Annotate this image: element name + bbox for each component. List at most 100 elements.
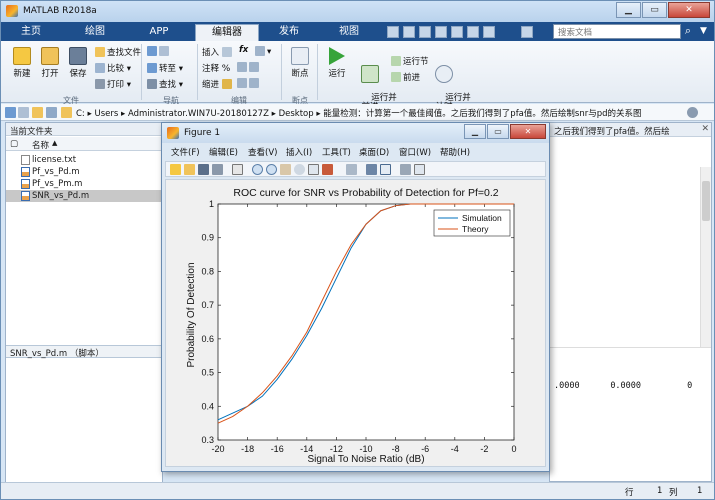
- help-icon[interactable]: [521, 26, 533, 38]
- show-plot-tools-icon[interactable]: [414, 164, 425, 175]
- advance-button[interactable]: 前进: [391, 71, 420, 83]
- menu-view[interactable]: 查看(V): [248, 146, 277, 158]
- pan-icon[interactable]: [280, 164, 291, 175]
- column-name-header[interactable]: 名称: [32, 139, 49, 151]
- close-button[interactable]: ✕: [668, 2, 710, 18]
- col-value: 1: [697, 486, 703, 496]
- find-files-button[interactable]: 查找文件: [95, 46, 141, 58]
- colorbar-icon[interactable]: [366, 164, 377, 175]
- link-plot-icon[interactable]: [346, 164, 357, 175]
- save-button[interactable]: 保存: [65, 47, 91, 79]
- back-icon[interactable]: [5, 107, 16, 118]
- open-button[interactable]: 打开: [37, 47, 63, 79]
- open-file-icon[interactable]: [184, 164, 195, 175]
- path-drive[interactable]: C:: [76, 109, 85, 119]
- menu-window[interactable]: 窗口(W): [399, 146, 431, 158]
- new-figure-icon[interactable]: [170, 164, 181, 175]
- editor-tab-title[interactable]: 之后我们得到了pfa值。然后绘: [550, 123, 711, 137]
- file-item-snr-vs-pd[interactable]: SNR_vs_Pd.m: [6, 190, 162, 202]
- run-button[interactable]: 运行: [323, 47, 351, 79]
- search-icon[interactable]: ⌕: [682, 24, 694, 39]
- tab-view[interactable]: 视图: [327, 24, 371, 41]
- menu-insert[interactable]: 插入(I): [286, 146, 312, 158]
- path-admin[interactable]: Administrator.WIN7U-20180127Z: [128, 109, 269, 119]
- cut-icon[interactable]: [403, 26, 415, 38]
- save-figure-icon[interactable]: [198, 164, 209, 175]
- figure-close-button[interactable]: ✕: [510, 124, 546, 139]
- insert-button[interactable]: 插入: [202, 46, 234, 58]
- menu-file[interactable]: 文件(F): [171, 146, 200, 158]
- new-button[interactable]: 新建: [9, 47, 35, 79]
- file-details-bar[interactable]: SNR_vs_Pd.m （脚本）: [6, 345, 162, 359]
- indent-button[interactable]: 缩进: [202, 78, 234, 90]
- file-item-license[interactable]: license.txt: [6, 154, 162, 166]
- breakpoints-button[interactable]: 断点: [287, 47, 313, 79]
- hide-plot-tools-icon[interactable]: [400, 164, 411, 175]
- paste-icon[interactable]: [435, 26, 447, 38]
- path-project-folder[interactable]: 能量检测：计算第一个最佳阈值。之后我们得到了pfa值。然后绘制snr与pd的关系…: [323, 109, 641, 119]
- open-label: 打开: [41, 69, 59, 79]
- redo-icon[interactable]: [467, 26, 479, 38]
- find-button[interactable]: 查找 ▾: [147, 78, 183, 90]
- brush-icon[interactable]: [322, 164, 333, 175]
- print-button[interactable]: 打印 ▾: [95, 78, 131, 90]
- print-figure-icon[interactable]: [212, 164, 223, 175]
- menu-desktop[interactable]: 桌面(D): [359, 146, 389, 158]
- new-label: 新建: [13, 69, 31, 79]
- figure-maximize-button[interactable]: ▭: [487, 124, 509, 139]
- tab-publish[interactable]: 发布: [267, 24, 311, 41]
- menu-edit[interactable]: 编辑(E): [209, 146, 238, 158]
- minimize-button[interactable]: ▁: [616, 2, 641, 18]
- tab-apps[interactable]: APP: [137, 24, 181, 41]
- figure-title-bar[interactable]: Figure 1 ▁ ▭ ✕: [162, 123, 549, 143]
- figure-minimize-button[interactable]: ▁: [464, 124, 486, 139]
- sort-indicator-icon[interactable]: ▢: [10, 139, 18, 149]
- back-forward-buttons[interactable]: [147, 46, 171, 57]
- tab-editor[interactable]: 编辑器: [195, 24, 259, 41]
- tab-home[interactable]: 主页: [9, 24, 53, 41]
- command-window[interactable]: [550, 347, 711, 365]
- forward-icon[interactable]: [18, 107, 29, 118]
- row-label: 行: [625, 488, 634, 498]
- tab-plots[interactable]: 绘图: [73, 24, 117, 41]
- scroll-thumb[interactable]: [702, 181, 710, 221]
- file-name: SNR_vs_Pd.m: [32, 191, 90, 201]
- zoom-out-icon[interactable]: [266, 164, 277, 175]
- ribbon-tab-bar: 主页 绘图 APP 编辑器 发布 视图 搜索文档 ⌕ ▼: [1, 22, 714, 41]
- legend-icon[interactable]: [380, 164, 391, 175]
- save-icon[interactable]: [387, 26, 399, 38]
- path-desktop[interactable]: Desktop: [279, 109, 314, 119]
- menu-help[interactable]: 帮助(H): [440, 146, 470, 158]
- editor-close-icon[interactable]: ✕: [701, 124, 709, 134]
- file-item-pf-vs-pm[interactable]: Pf_vs_Pm.m: [6, 178, 162, 190]
- edit-plot-icon[interactable]: [232, 164, 243, 175]
- compare-button[interactable]: 比较 ▾: [95, 62, 131, 74]
- rotate-3d-icon[interactable]: [294, 164, 305, 175]
- zoom-in-icon[interactable]: [252, 164, 263, 175]
- col-label: 列: [669, 488, 678, 498]
- ribbon-collapse-icon[interactable]: ▼: [700, 24, 710, 39]
- copy-icon[interactable]: [419, 26, 431, 38]
- search-documentation-input[interactable]: 搜索文档: [553, 24, 681, 39]
- sort-ascending-icon: ▲: [52, 139, 58, 147]
- path-users[interactable]: Users: [94, 109, 118, 119]
- undo-icon[interactable]: [451, 26, 463, 38]
- comment-tools-button[interactable]: [237, 62, 261, 73]
- menu-tools[interactable]: 工具(T): [322, 146, 351, 158]
- edit-tools-button[interactable]: ▾: [255, 46, 271, 57]
- run-section-button[interactable]: 运行节: [391, 55, 429, 67]
- address-search-icon[interactable]: [687, 107, 698, 118]
- maximize-button[interactable]: ▭: [642, 2, 667, 18]
- indent-tools-button[interactable]: [237, 78, 261, 89]
- browse-folder-icon[interactable]: [32, 107, 43, 118]
- file-item-pf-vs-pd[interactable]: Pf_vs_Pd.m: [6, 166, 162, 178]
- data-cursor-icon[interactable]: [308, 164, 319, 175]
- switch-windows-icon[interactable]: [483, 26, 495, 38]
- up-folder-icon[interactable]: [46, 107, 57, 118]
- comment-button[interactable]: 注释 %: [202, 62, 230, 74]
- file-list-header: ▢ 名称 ▲: [6, 137, 162, 151]
- goto-button[interactable]: 转至 ▾: [147, 62, 183, 74]
- path-breadcrumb[interactable]: C: ▸ Users ▸ Administrator.WIN7U-2018012…: [76, 107, 642, 119]
- fx-button[interactable]: fx: [239, 45, 248, 55]
- editor-scrollbar[interactable]: [700, 167, 711, 363]
